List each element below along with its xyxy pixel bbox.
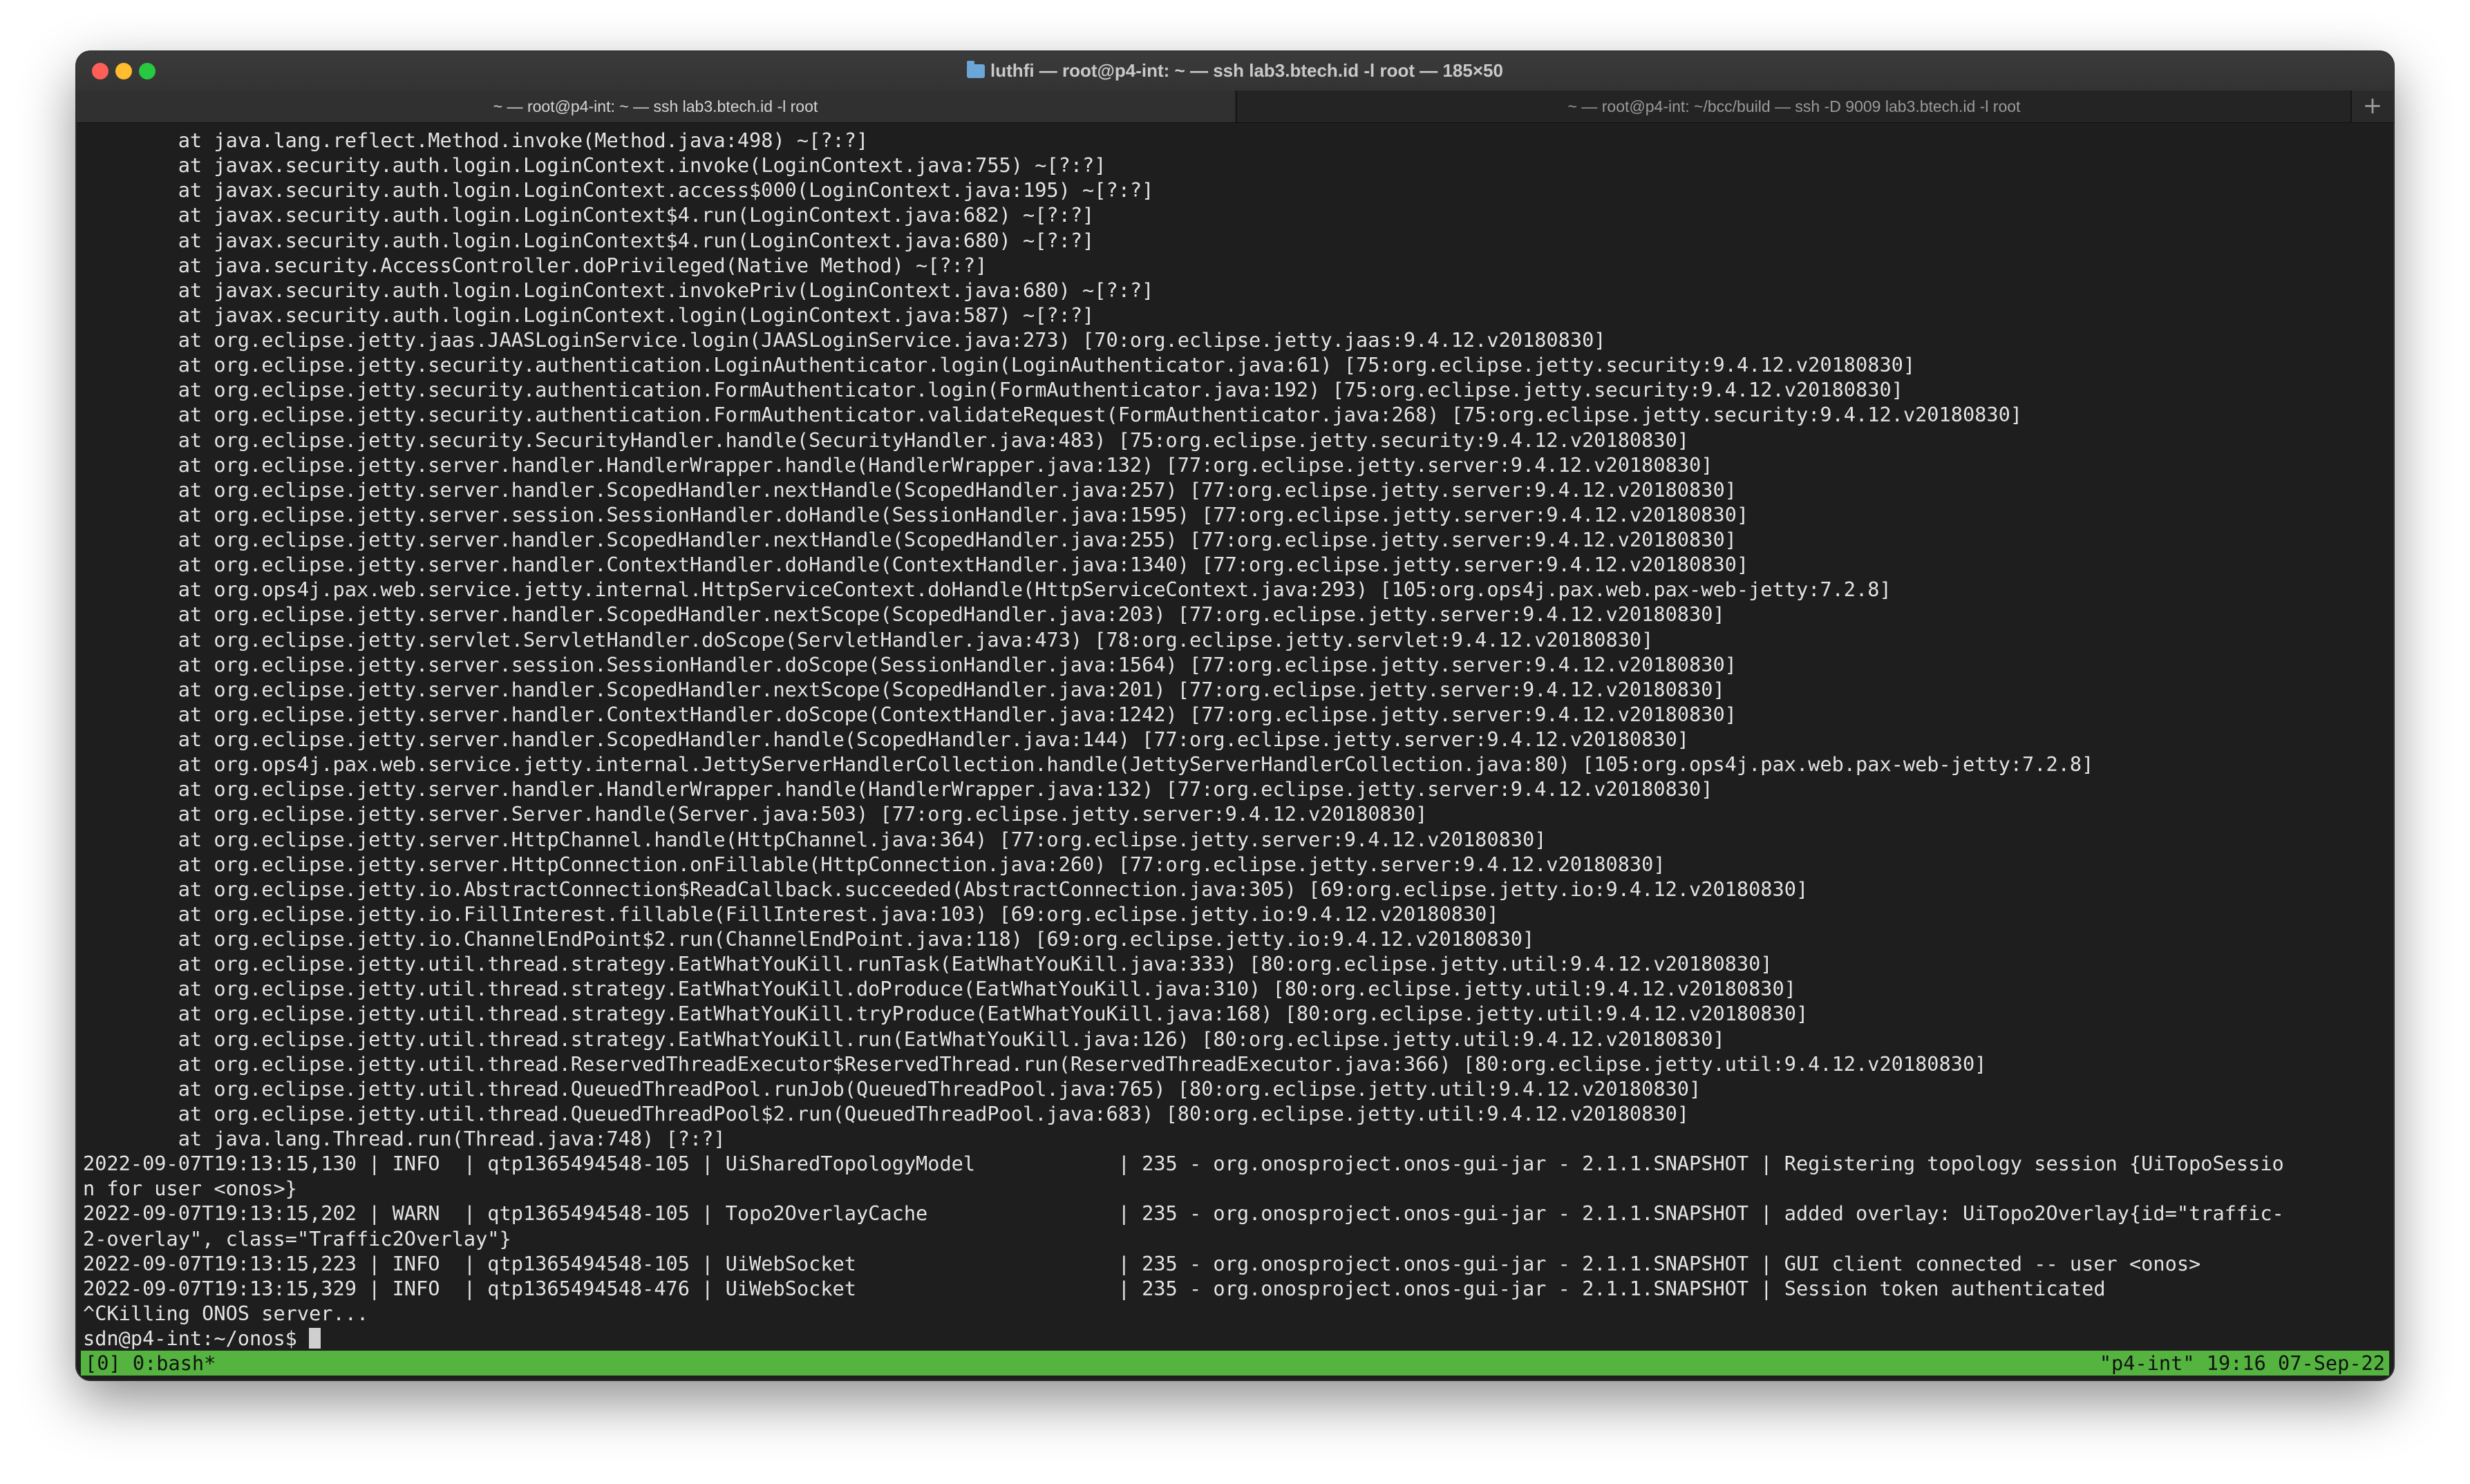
terminal-line: at java.security.AccessController.doPriv…	[83, 253, 988, 277]
terminal-window: luthfi — root@p4-int: ~ — ssh lab3.btech…	[77, 52, 2393, 1380]
terminal-line: at org.eclipse.jetty.util.thread.QueuedT…	[83, 1076, 1701, 1101]
terminal-line: at org.eclipse.jetty.jaas.JAASLoginServi…	[83, 328, 1606, 352]
text-cursor	[309, 1328, 321, 1349]
terminal-line: at javax.security.auth.login.LoginContex…	[83, 153, 1106, 178]
terminal-line: at javax.security.auth.login.LoginContex…	[83, 203, 1095, 227]
terminal-line: at org.eclipse.jetty.server.handler.Cont…	[83, 553, 1749, 577]
terminal-line: at org.eclipse.jetty.util.thread.strateg…	[83, 977, 1796, 1001]
terminal-line: at org.eclipse.jetty.security.authentica…	[83, 353, 1916, 377]
terminal-line: at org.ops4j.pax.web.service.jetty.inter…	[83, 578, 1892, 602]
terminal-line: at org.eclipse.jetty.server.handler.Scop…	[83, 727, 1690, 751]
terminal-line: at org.eclipse.jetty.server.Server.handl…	[83, 802, 1428, 826]
terminal-line: at org.eclipse.jetty.io.FillInterest.fil…	[83, 902, 1499, 926]
terminal-line: at javax.security.auth.login.LoginContex…	[83, 278, 1154, 302]
terminal-line: n for user <onos>}	[83, 1177, 297, 1201]
terminal-line: at org.eclipse.jetty.servlet.ServletHand…	[83, 627, 1654, 651]
terminal-line: at org.eclipse.jetty.server.session.Sess…	[83, 652, 1737, 676]
terminal-line: at org.eclipse.jetty.util.thread.strateg…	[83, 952, 1773, 976]
terminal-line: at javax.security.auth.login.LoginContex…	[83, 228, 1095, 252]
terminal-line: at org.eclipse.jetty.security.authentica…	[83, 403, 2023, 427]
terminal-line: 2022-09-07T19:13:15,329 | INFO | qtp1365…	[83, 1276, 2106, 1300]
tmux-window-list[interactable]: [0] 0:bash*	[85, 1351, 216, 1376]
tmux-status-right: "p4-int" 19:16 07-Sep-22	[2099, 1351, 2385, 1375]
terminal-line: 2022-09-07T19:13:15,223 | INFO | qtp1365…	[83, 1251, 2201, 1275]
terminal-line: at org.eclipse.jetty.server.handler.Cont…	[83, 702, 1737, 726]
terminal-line: at org.eclipse.jetty.util.thread.strateg…	[83, 1002, 1809, 1026]
terminal-line: at org.eclipse.jetty.server.handler.Scop…	[83, 677, 1725, 701]
terminal-line: at org.eclipse.jetty.server.session.Sess…	[83, 502, 1749, 526]
shell-prompt: sdn@p4-int:~/onos$	[83, 1326, 310, 1350]
terminal-line: at java.lang.Thread.run(Thread.java:748)…	[83, 1127, 726, 1150]
terminal-line: at org.eclipse.jetty.io.AbstractConnecti…	[83, 877, 1809, 901]
terminal-output[interactable]: at java.lang.reflect.Method.invoke(Metho…	[83, 128, 2387, 1352]
tab-ssh-root[interactable]: ~ — root@p4-int: ~ — ssh lab3.btech.id -…	[77, 91, 1234, 122]
window-title: luthfi — root@p4-int: ~ — ssh lab3.btech…	[990, 60, 1503, 81]
terminal-line: at java.lang.reflect.Method.invoke(Metho…	[83, 129, 869, 152]
folder-icon	[967, 61, 986, 78]
terminal-line: at org.eclipse.jetty.util.thread.QueuedT…	[83, 1101, 1690, 1125]
tab-ssh-bcc-build[interactable]: ~ — root@p4-int: ~/bcc/build — ssh -D 90…	[1236, 91, 2351, 122]
new-tab-button[interactable]: +	[2350, 91, 2393, 122]
terminal-line: at javax.security.auth.login.LoginContex…	[83, 303, 1095, 327]
terminal-line: at org.eclipse.jetty.server.handler.Scop…	[83, 528, 1737, 551]
terminal-line: at org.eclipse.jetty.io.ChannelEndPoint$…	[83, 927, 1535, 951]
terminal-line: ^CKilling ONOS server...	[83, 1301, 369, 1325]
terminal-line: at org.eclipse.jetty.server.handler.Hand…	[83, 777, 1713, 801]
terminal-line: at org.ops4j.pax.web.service.jetty.inter…	[83, 752, 2094, 777]
window-title-container: luthfi — root@p4-int: ~ — ssh lab3.btech…	[77, 60, 2393, 82]
terminal-line: at org.eclipse.jetty.server.handler.Hand…	[83, 453, 1713, 477]
terminal-line: 2-overlay", class="Traffic2Overlay"}	[83, 1226, 511, 1250]
terminal-line: at org.eclipse.jetty.server.handler.Scop…	[83, 602, 1725, 627]
terminal-line: at org.eclipse.jetty.security.authentica…	[83, 378, 1903, 402]
terminal-line: at javax.security.auth.login.LoginContex…	[83, 178, 1154, 202]
terminal-line: at org.eclipse.jetty.server.HttpConnecti…	[83, 852, 1666, 876]
tab-bar: ~ — root@p4-int: ~ — ssh lab3.btech.id -…	[77, 91, 2393, 123]
terminal-line: at org.eclipse.jetty.server.HttpChannel.…	[83, 827, 1547, 851]
terminal-line: at org.eclipse.jetty.server.handler.Scop…	[83, 477, 1737, 502]
prompt-line[interactable]: sdn@p4-int:~/onos$	[83, 1326, 2387, 1351]
tmux-status-bar: [0] 0:bash* "p4-int" 19:16 07-Sep-22	[81, 1351, 2389, 1376]
terminal-line: at org.eclipse.jetty.util.thread.Reserve…	[83, 1052, 1987, 1076]
terminal-line: at org.eclipse.jetty.util.thread.strateg…	[83, 1027, 1725, 1051]
terminal-line: at org.eclipse.jetty.security.SecurityHa…	[83, 428, 1690, 452]
terminal-line: 2022-09-07T19:13:15,130 | INFO | qtp1365…	[83, 1152, 2284, 1176]
title-bar: luthfi — root@p4-int: ~ — ssh lab3.btech…	[77, 52, 2393, 91]
terminal-line: 2022-09-07T19:13:15,202 | WARN | qtp1365…	[83, 1201, 2284, 1226]
